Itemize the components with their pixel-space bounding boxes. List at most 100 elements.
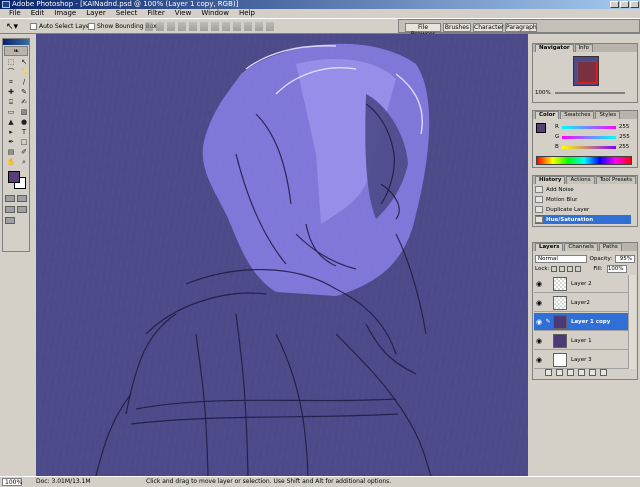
toolbox-header[interactable] (3, 39, 29, 45)
blend-mode-select[interactable]: Normal (535, 254, 587, 263)
channel-bar[interactable] (561, 125, 616, 129)
distribute-top-icon[interactable] (211, 22, 219, 31)
distribute-vcenter-icon[interactable] (222, 22, 230, 31)
eye-icon[interactable]: ◉ (534, 337, 544, 345)
menu-edit[interactable]: Edit (26, 9, 50, 18)
color-slider-g[interactable]: G 255 (555, 133, 630, 141)
status-zoom-field[interactable]: 100% (2, 478, 22, 486)
new-layer-icon[interactable] (589, 369, 596, 376)
move-tool-icon[interactable]: ↖▾ (6, 22, 20, 32)
history-item[interactable]: Add Noise (535, 185, 631, 194)
menu-layer[interactable]: Layer (81, 9, 111, 18)
auto-select-layer-checkbox[interactable]: Auto Select Layer (30, 23, 92, 30)
layer-row-selected[interactable]: ◉ ✎ Layer 1 copy (534, 313, 628, 331)
quickmask-mode-icon[interactable] (17, 195, 27, 202)
imageready-jump-icon[interactable] (5, 217, 15, 224)
lock-image-icon[interactable] (559, 265, 566, 272)
align-hcenter-icon[interactable] (189, 22, 197, 31)
layers-scrollbar[interactable] (628, 275, 636, 369)
menu-image[interactable]: Image (49, 9, 81, 18)
healing-brush-tool-icon[interactable]: ✚ (5, 88, 17, 97)
color-slider-r[interactable]: R 255 (555, 123, 630, 131)
gradient-tool-icon[interactable]: ▧ (18, 108, 30, 117)
tab-swatches[interactable]: Swatches (560, 111, 595, 119)
tab-actions[interactable]: Actions (566, 176, 595, 184)
menu-help[interactable]: Help (234, 9, 260, 18)
eye-icon[interactable]: ◉ (534, 299, 544, 307)
align-vcenter-icon[interactable] (156, 22, 164, 31)
align-left-icon[interactable] (178, 22, 186, 31)
layer-mask-icon[interactable] (556, 369, 563, 376)
lock-position-icon[interactable] (567, 265, 574, 272)
distribute-right-icon[interactable] (266, 22, 274, 31)
channel-bar[interactable] (561, 145, 616, 149)
layer-row[interactable]: ◉ Layer 2 (534, 275, 628, 293)
lasso-tool-icon[interactable]: ⌒ (5, 68, 17, 77)
lock-all-icon[interactable] (575, 265, 582, 272)
trash-icon[interactable] (600, 369, 607, 376)
hand-tool-icon[interactable]: ✋ (5, 158, 17, 167)
notes-tool-icon[interactable]: ▤ (5, 148, 17, 157)
tab-navigator[interactable]: Navigator (535, 44, 574, 52)
align-right-icon[interactable] (200, 22, 208, 31)
screen-mode-standard-icon[interactable] (5, 206, 15, 213)
clone-stamp-tool-icon[interactable]: ⌹ (5, 98, 17, 107)
tab-info[interactable]: Info (574, 44, 593, 52)
channel-value[interactable]: 255 (619, 134, 630, 140)
fill-field[interactable]: 100% (606, 264, 627, 273)
eyedropper-tool-icon[interactable]: ✐ (18, 148, 30, 157)
minimize-button[interactable] (610, 1, 619, 8)
status-doc-size[interactable]: Doc: 3.01M/13.1M (36, 477, 91, 487)
marquee-tool-icon[interactable]: ⬚ (5, 58, 17, 67)
navigator-zoom-slider[interactable] (555, 92, 625, 94)
menu-window[interactable]: Window (196, 9, 234, 18)
channel-value[interactable]: 255 (619, 124, 630, 130)
maximize-button[interactable] (620, 1, 629, 8)
tab-styles[interactable]: Styles (595, 111, 621, 119)
checkbox-box[interactable] (30, 23, 37, 30)
eye-icon[interactable]: ◉ (534, 280, 544, 288)
document-canvas[interactable] (36, 34, 528, 476)
crop-tool-icon[interactable]: ⌗ (5, 78, 17, 87)
new-set-icon[interactable] (567, 369, 574, 376)
align-top-icon[interactable] (145, 22, 153, 31)
zoom-tool-icon[interactable]: ⌕ (18, 158, 30, 167)
distribute-hcenter-icon[interactable] (255, 22, 263, 31)
tab-color[interactable]: Color (535, 111, 560, 119)
align-bottom-icon[interactable] (167, 22, 175, 31)
move-tool-icon[interactable]: ↖ (18, 58, 30, 67)
menu-file[interactable]: File (4, 9, 26, 18)
palette-tab-character[interactable]: Character (473, 23, 504, 32)
channel-value[interactable]: 255 (619, 144, 630, 150)
color-spectrum[interactable] (536, 156, 632, 165)
distribute-bottom-icon[interactable] (233, 22, 241, 31)
close-button[interactable] (630, 1, 639, 8)
color-slider-b[interactable]: B 255 (555, 143, 630, 151)
standard-mode-icon[interactable] (5, 195, 15, 202)
tab-tool-presets[interactable]: Tool Presets (595, 176, 637, 184)
tab-paths[interactable]: Paths (598, 243, 622, 251)
checkbox-box[interactable] (88, 23, 95, 30)
channel-bar[interactable] (562, 135, 617, 139)
shape-tool-icon[interactable]: □ (18, 138, 30, 147)
history-item-selected[interactable]: Hue/Saturation (535, 215, 631, 224)
dodge-tool-icon[interactable]: ● (18, 118, 30, 127)
menu-view[interactable]: View (170, 9, 197, 18)
navigator-thumbnail[interactable] (573, 56, 599, 86)
color-fg-swatch[interactable] (536, 123, 546, 133)
brush-tool-icon[interactable]: ✎ (18, 88, 30, 97)
eye-icon[interactable]: ◉ (534, 356, 544, 364)
palette-tab-brushes[interactable]: Brushes (443, 23, 471, 32)
tab-history[interactable]: History (535, 176, 566, 184)
palette-tab-file-browser[interactable]: File Browser (405, 23, 441, 38)
layer-style-icon[interactable] (545, 369, 552, 376)
layer-row[interactable]: ◉ Layer2 (534, 294, 628, 312)
adobe-online-icon[interactable]: ❧ (4, 46, 28, 56)
adjustment-layer-icon[interactable] (578, 369, 585, 376)
screen-mode-full-icon[interactable] (17, 206, 27, 213)
distribute-left-icon[interactable] (244, 22, 252, 31)
history-item[interactable]: Duplicate Layer (535, 205, 631, 214)
pen-tool-icon[interactable]: ✒ (5, 138, 17, 147)
blur-tool-icon[interactable]: ▲ (5, 118, 17, 127)
path-selection-tool-icon[interactable]: ▸ (5, 128, 17, 137)
